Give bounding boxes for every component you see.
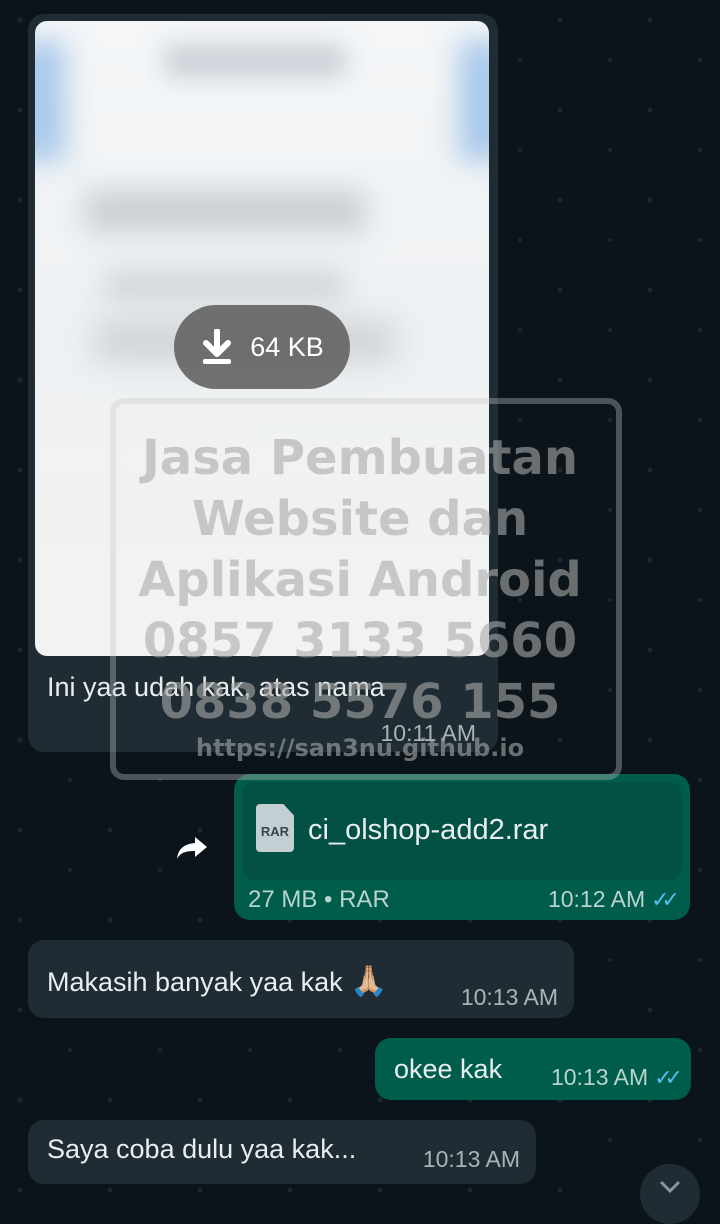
time-text: 10:13 AM bbox=[550, 1064, 649, 1090]
time-text: 10:12 AM bbox=[547, 886, 646, 912]
rar-file-icon: RAR bbox=[256, 804, 294, 852]
double-check-icon: ✓✓ bbox=[651, 887, 680, 912]
chevron-down-icon bbox=[659, 1180, 681, 1194]
image-message-bubble[interactable]: 64 KB Ini yaa udah kak, atas nama 10:11 … bbox=[28, 14, 498, 752]
message-time: 10:13 AM ✓✓ bbox=[550, 1064, 683, 1091]
message-text: Makasih banyak yaa kak 🙏🏼 bbox=[47, 964, 388, 999]
message-time: 10:11 AM bbox=[380, 720, 476, 746]
scroll-down-button[interactable] bbox=[640, 1164, 700, 1224]
file-name: ci_olshop-add2.rar bbox=[308, 814, 549, 846]
file-preview[interactable]: RAR ci_olshop-add2.rar bbox=[242, 782, 682, 880]
message-text: okee kak bbox=[394, 1054, 503, 1084]
forward-arrow-icon[interactable] bbox=[175, 835, 209, 861]
double-check-icon: ✓✓ bbox=[654, 1065, 683, 1090]
message-time: 10:13 AM bbox=[460, 984, 558, 1010]
file-message-bubble[interactable]: RAR ci_olshop-add2.rar 27 MB • RAR 10:12… bbox=[234, 774, 690, 920]
file-meta: 27 MB • RAR bbox=[248, 886, 390, 913]
file-type-badge: RAR bbox=[260, 824, 290, 839]
download-pill[interactable]: 64 KB bbox=[174, 305, 350, 389]
incoming-message-bubble[interactable]: Saya coba dulu yaa kak... 10:13 AM bbox=[28, 1120, 536, 1184]
download-size: 64 KB bbox=[250, 331, 324, 362]
message-time: 10:12 AM ✓✓ bbox=[547, 886, 680, 913]
download-arrow-icon bbox=[203, 329, 232, 364]
message-time: 10:13 AM bbox=[422, 1146, 520, 1172]
incoming-message-bubble[interactable]: Makasih banyak yaa kak 🙏🏼 10:13 AM bbox=[28, 940, 574, 1018]
message-text: Saya coba dulu yaa kak... bbox=[47, 1134, 357, 1164]
message-body: Makasih banyak yaa kak bbox=[47, 967, 343, 997]
image-caption: Ini yaa udah kak, atas nama bbox=[47, 672, 385, 702]
pray-emoji: 🙏🏼 bbox=[350, 965, 388, 998]
outgoing-message-bubble[interactable]: okee kak 10:13 AM ✓✓ bbox=[375, 1038, 691, 1100]
blurred-image-thumbnail[interactable]: 64 KB bbox=[35, 21, 489, 656]
